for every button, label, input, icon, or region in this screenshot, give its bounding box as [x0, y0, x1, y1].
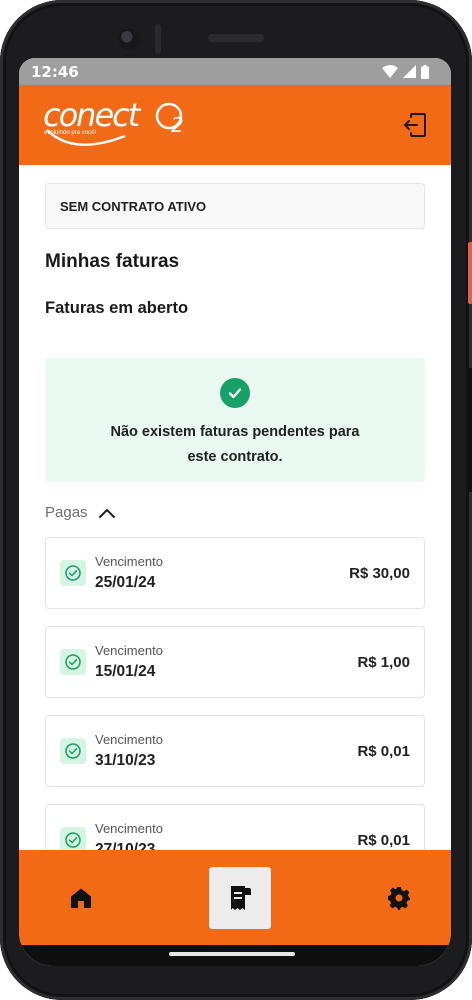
screen: 12:46 conect evoluindo pra você! 2 SEM C… [19, 58, 451, 966]
invoice-details: Vencimento 15/01/24 [95, 643, 357, 681]
invoice-due-label: Vencimento [95, 732, 163, 747]
invoice-details: Vencimento 31/10/23 [95, 732, 357, 770]
nav-settings-button[interactable] [381, 880, 417, 916]
invoice-due-date: 15/01/24 [95, 663, 156, 680]
invoice-card[interactable]: Vencimento 25/01/24 R$ 30,00 [45, 537, 425, 609]
nav-invoices-button[interactable] [209, 866, 271, 929]
wifi-icon [382, 65, 398, 78]
no-pending-invoices-box: Não existem faturas pendentes para este … [45, 358, 425, 482]
earpiece-speaker [208, 34, 264, 42]
invoice-amount: R$ 0,01 [357, 742, 410, 760]
logout-icon [404, 113, 426, 137]
home-icon [71, 888, 91, 908]
status-time: 12:46 [31, 62, 79, 81]
invoice-amount: R$ 30,00 [349, 564, 410, 582]
battery-icon [421, 64, 429, 79]
page-title: Minhas faturas [45, 251, 180, 272]
phone-frame: 12:46 conect evoluindo pra você! 2 SEM C… [0, 0, 472, 1000]
invoice-card[interactable]: Vencimento 15/01/24 R$ 1,00 [45, 626, 425, 698]
invoice-amount: R$ 1,00 [357, 653, 410, 671]
check-circle-icon [220, 378, 250, 408]
power-button [468, 242, 472, 304]
status-icons [382, 64, 429, 79]
invoice-details: Vencimento 27/10/23 [95, 821, 357, 850]
logo-suffix: 2 [171, 113, 184, 137]
bottom-navigation [19, 850, 451, 945]
invoice-amount: R$ 0,01 [357, 831, 410, 849]
gesture-bar-area [19, 945, 451, 966]
paid-invoices-list: Vencimento 25/01/24 R$ 30,00 Vencimento … [45, 537, 425, 850]
paid-check-icon [60, 560, 86, 586]
gear-icon [388, 886, 410, 910]
no-pending-message: Não existem faturas pendentes para este … [110, 424, 360, 465]
invoice-details: Vencimento 25/01/24 [95, 554, 349, 592]
invoice-due-date: 25/01/24 [95, 574, 156, 591]
main-content: SEM CONTRATO ATIVO Minhas faturas Fatura… [19, 165, 451, 850]
invoice-card[interactable]: Vencimento 27/10/23 R$ 0,01 [45, 804, 425, 850]
paid-check-icon [60, 649, 86, 675]
home-gesture-indicator[interactable] [169, 952, 295, 956]
front-camera [118, 28, 140, 50]
invoice-due-label: Vencimento [95, 643, 163, 658]
invoice-due-date: 27/10/23 [95, 841, 156, 850]
paid-toggle-label: Pagas [45, 504, 88, 521]
invoice-due-label: Vencimento [95, 554, 163, 569]
invoice-due-date: 31/10/23 [95, 752, 156, 769]
logout-button[interactable] [393, 103, 437, 147]
app-header: conect evoluindo pra você! 2 [19, 85, 451, 165]
sensor [155, 24, 161, 54]
logo-swoosh-icon: 2 [46, 102, 184, 146]
chevron-up-icon [98, 508, 115, 518]
status-bar: 12:46 [19, 58, 451, 85]
contract-status-text: SEM CONTRATO ATIVO [60, 198, 207, 214]
contract-status-box: SEM CONTRATO ATIVO [45, 183, 425, 229]
nav-home-button[interactable] [63, 880, 99, 916]
invoice-due-label: Vencimento [95, 821, 163, 836]
open-invoices-title: Faturas em aberto [45, 299, 189, 317]
volume-button [468, 368, 472, 492]
receipt-icon [231, 885, 251, 910]
signal-icon [403, 65, 416, 78]
paid-check-icon [60, 827, 86, 850]
paid-section-toggle[interactable]: Pagas [45, 504, 425, 521]
brand-logo: conect evoluindo pra você! 2 [43, 94, 193, 156]
invoice-card[interactable]: Vencimento 31/10/23 R$ 0,01 [45, 715, 425, 787]
paid-check-icon [60, 738, 86, 764]
